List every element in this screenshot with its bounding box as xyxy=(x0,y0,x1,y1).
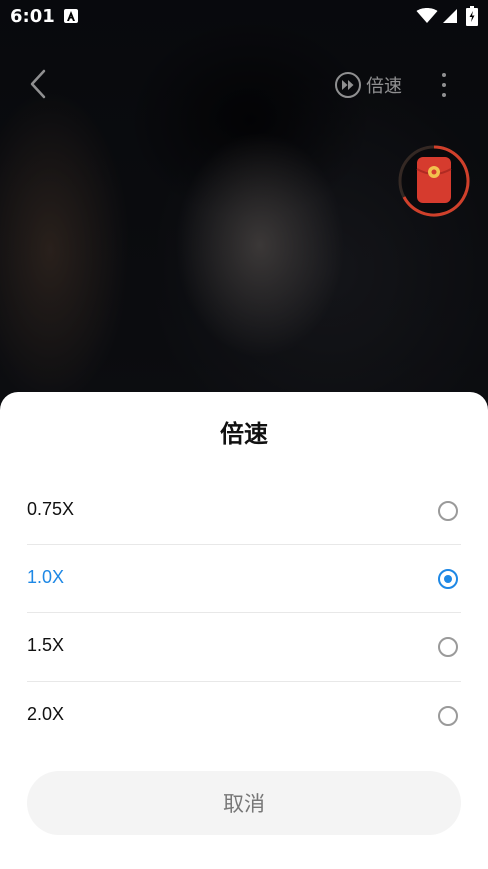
radio-button[interactable] xyxy=(438,569,458,589)
wifi-icon xyxy=(416,8,438,23)
radio-button[interactable] xyxy=(438,501,458,521)
speed-option-label: 1.0X xyxy=(27,567,65,587)
speed-option-label: 1.5X xyxy=(27,635,65,655)
speed-option-0-75x[interactable]: 0.75X xyxy=(0,477,488,545)
signal-icon xyxy=(443,9,457,23)
speed-button[interactable]: 倍速 xyxy=(334,70,402,100)
fast-forward-circle-icon xyxy=(335,72,361,98)
back-icon[interactable] xyxy=(24,66,52,102)
speed-option-1-0x[interactable]: 1.0X xyxy=(0,545,488,613)
speed-option-1-5x[interactable]: 1.5X xyxy=(0,613,488,681)
speed-option-2-0x[interactable]: 2.0X xyxy=(0,682,488,750)
speed-bottom-sheet: 倍速 0.75X 1.0X 1.5X 2.0X 取消 xyxy=(0,392,488,869)
radio-button[interactable] xyxy=(438,637,458,657)
speed-option-label: 2.0X xyxy=(27,704,65,724)
status-time: 6:01 xyxy=(10,6,55,27)
red-envelope-icon[interactable] xyxy=(398,145,470,217)
cancel-button[interactable]: 取消 xyxy=(27,771,461,835)
radio-dot xyxy=(444,575,452,583)
speed-option-label: 0.75X xyxy=(27,499,75,519)
sheet-title: 倍速 xyxy=(220,421,268,448)
radio-button[interactable] xyxy=(438,706,458,726)
speed-button-label: 倍速 xyxy=(366,76,402,97)
more-vertical-icon[interactable] xyxy=(434,70,454,100)
status-bar: 6:01 xyxy=(0,0,488,32)
notification-a-icon xyxy=(64,9,78,23)
battery-charging-icon xyxy=(466,6,478,26)
